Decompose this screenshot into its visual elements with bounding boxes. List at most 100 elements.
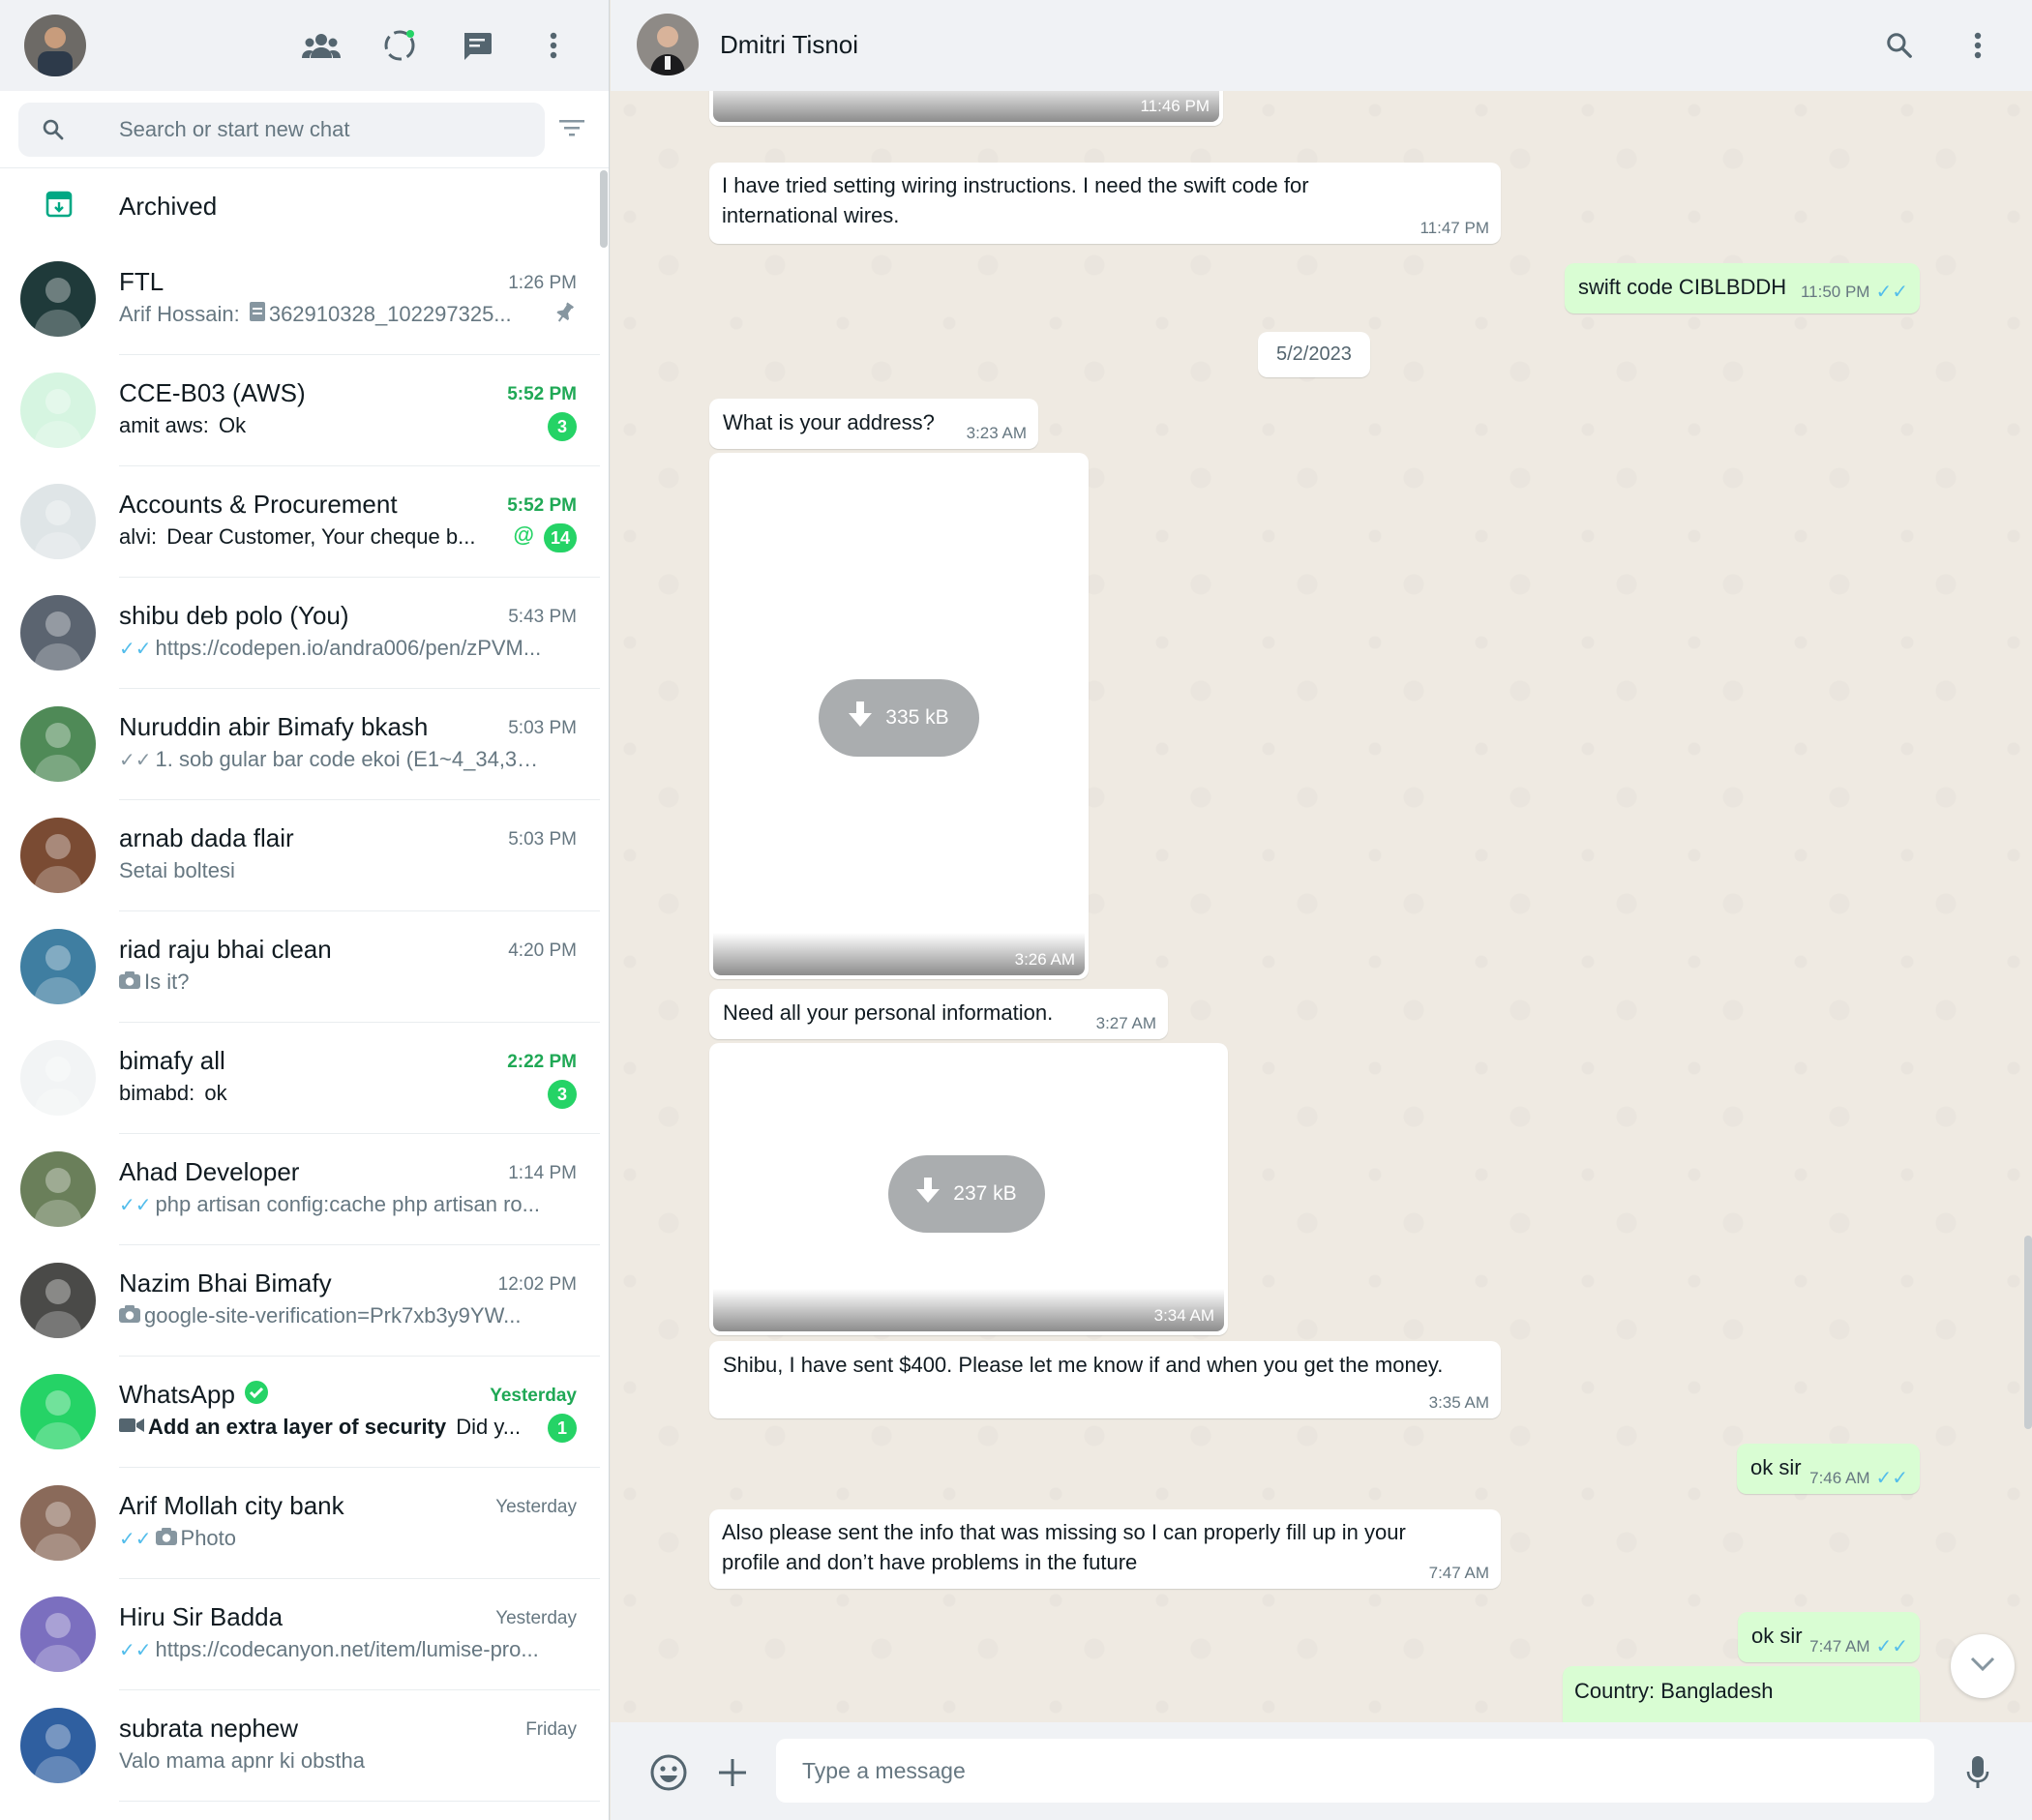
chat-avatar bbox=[20, 1374, 96, 1449]
file-size: 237 kB bbox=[953, 1182, 1017, 1205]
search-box[interactable] bbox=[18, 103, 545, 157]
chat-name: Accounts & Procurement bbox=[119, 490, 398, 519]
message-text: Also please sent the info that was missi… bbox=[722, 1520, 1406, 1544]
chat-time: 5:43 PM bbox=[508, 607, 577, 627]
message-bubble-out[interactable]: swift code CIBLBDDH 11:50 PM ✓✓ bbox=[1565, 263, 1920, 313]
image-message[interactable]: 335 kB 3:26 AM bbox=[709, 453, 1089, 979]
chat-avatar bbox=[20, 706, 96, 782]
message-list[interactable]: 11:46 PM I have tried setting wiring ins… bbox=[611, 91, 2032, 1722]
chat-time: Yesterday bbox=[495, 1608, 577, 1628]
message-text: Shibu, I have sent $400. Please let me k… bbox=[723, 1353, 1444, 1377]
my-avatar[interactable] bbox=[24, 15, 86, 76]
message-time: 3:27 AM bbox=[1095, 1014, 1156, 1032]
preview-bold-text: Add an extra layer of security bbox=[148, 1415, 447, 1439]
chat-preview: Add an extra layer of security Did y... bbox=[119, 1415, 545, 1440]
chat-preview: Arif Hossain: 362910328_102297325... bbox=[119, 302, 545, 327]
message-text: profile and don’t have problems in the f… bbox=[722, 1550, 1138, 1574]
archived-row[interactable]: Archived bbox=[0, 168, 600, 244]
archive-icon bbox=[45, 190, 74, 224]
preview-text: https://codepen.io/andra006/pen/zPVM... bbox=[155, 636, 542, 660]
message-time: 3:34 AM bbox=[1153, 1306, 1214, 1325]
chat-name: Arif Mollah city bank bbox=[119, 1491, 344, 1520]
download-button[interactable]: 237 kB bbox=[888, 1155, 1045, 1233]
chat-list-item[interactable]: shibu deb polo (You) 5:43 PM ✓✓ https://cod… bbox=[0, 578, 600, 689]
message-bubble-out[interactable]: ok sir 7:47 AM ✓✓ bbox=[1738, 1612, 1920, 1662]
chat-name: bimafy all bbox=[119, 1046, 225, 1075]
message-text: I have tried setting wiring instructions… bbox=[722, 173, 1309, 197]
chat-list-item[interactable]: Arif Mollah city bank Yesterday ✓✓ Photo bbox=[0, 1468, 600, 1579]
preview-text: Ok bbox=[219, 413, 247, 437]
contact-name[interactable]: Dmitri Tisnoi bbox=[720, 30, 858, 60]
chat-list-scrollbar[interactable] bbox=[600, 170, 608, 248]
message-bubble-out[interactable]: Country: Bangladesh bbox=[1563, 1666, 1920, 1722]
message-text: swift code CIBLBDDH bbox=[1578, 275, 1787, 299]
camera-icon bbox=[155, 1526, 177, 1551]
message-scrollbar[interactable] bbox=[2024, 1236, 2032, 1429]
message-text: What is your address? bbox=[723, 410, 935, 434]
message-bubble-in[interactable]: Also please sent the info that was missi… bbox=[709, 1509, 1501, 1589]
preview-text: ok bbox=[204, 1081, 227, 1105]
chat-avatar bbox=[20, 1263, 96, 1338]
preview-sender: alvi: bbox=[119, 524, 164, 549]
read-ticks-icon: ✓✓ bbox=[119, 1639, 152, 1661]
attach-plus-icon[interactable] bbox=[711, 1751, 754, 1794]
microphone-icon[interactable] bbox=[1957, 1751, 1999, 1794]
chat-time: 1:14 PM bbox=[508, 1163, 577, 1183]
preview-text: 1. sob gular bar code ekoi (E1~4_34,310.… bbox=[155, 747, 545, 771]
search-input[interactable] bbox=[119, 112, 525, 147]
download-button[interactable]: 335 kB bbox=[819, 679, 979, 757]
status-icon[interactable] bbox=[380, 26, 419, 65]
scroll-to-bottom-button[interactable] bbox=[1951, 1634, 2015, 1698]
chat-time: 12:02 PM bbox=[497, 1274, 577, 1295]
preview-sender: amit aws: bbox=[119, 413, 216, 437]
chat-list-item[interactable]: CCE-B03 (AWS) 5:52 PM amit aws: Ok 3 bbox=[0, 355, 600, 466]
read-ticks-icon: ✓✓ bbox=[119, 638, 152, 660]
chat-list-item[interactable]: Hiru Sir Badda Yesterday ✓✓ https://codecan… bbox=[0, 1579, 600, 1690]
new-chat-icon[interactable] bbox=[458, 26, 496, 65]
chat-name: subrata nephew bbox=[119, 1714, 299, 1743]
message-text: ok sir bbox=[1750, 1455, 1802, 1479]
preview-text: google-site-verification=Prk7xb3y9YW... bbox=[144, 1303, 522, 1328]
chat-list-item[interactable]: bimafy all 2:22 PM bimabd: ok 3 bbox=[0, 1023, 600, 1134]
download-icon bbox=[916, 1178, 941, 1210]
message-bubble-in[interactable]: Need all your personal information. 3:27… bbox=[709, 989, 1168, 1039]
chat-preview: bimabd: ok bbox=[119, 1081, 545, 1106]
chat-list-item[interactable]: Ahad Developer 1:14 PM ✓✓ php artisan confi… bbox=[0, 1134, 600, 1245]
message-bubble-in[interactable]: I have tried setting wiring instructions… bbox=[709, 163, 1501, 244]
message-text: ok sir bbox=[1751, 1624, 1803, 1648]
chat-list-item[interactable]: Nazim Bhai Bimafy 12:02 PM google-site-ver… bbox=[0, 1245, 600, 1357]
image-message[interactable]: 237 kB 3:34 AM bbox=[709, 1043, 1228, 1335]
chat-time: 2:22 PM bbox=[507, 1052, 577, 1072]
chat-name: Nuruddin abir Bimafy bkash bbox=[119, 712, 429, 741]
chat-avatar bbox=[20, 261, 96, 337]
message-bubble-in[interactable]: Shibu, I have sent $400. Please let me k… bbox=[709, 1341, 1501, 1418]
emoji-icon[interactable] bbox=[647, 1751, 690, 1794]
message-input[interactable] bbox=[776, 1739, 1934, 1803]
chat-name: FTL bbox=[119, 267, 164, 296]
chat-list-item[interactable]: WhatsApp Yesterday Add an extra layer of s… bbox=[0, 1357, 600, 1468]
communities-icon[interactable] bbox=[302, 26, 341, 65]
chat-list-item[interactable]: Accounts & Procurement 5:52 PM alvi: Dear … bbox=[0, 466, 600, 578]
chat-name: Nazim Bhai Bimafy bbox=[119, 1268, 332, 1298]
menu-icon[interactable] bbox=[1958, 26, 1997, 65]
chat-list-item[interactable]: FTL 1:26 PM Arif Hossain: 362910328_102297… bbox=[0, 244, 600, 355]
conversation-header[interactable]: Dmitri Tisnoi bbox=[611, 0, 2032, 91]
chat-list-item[interactable]: arnab dada flair 5:03 PM Setai boltesi bbox=[0, 800, 600, 911]
contact-avatar[interactable] bbox=[637, 14, 699, 75]
message-bubble-in[interactable]: What is your address? 3:23 AM bbox=[709, 399, 1038, 449]
message-bubble-out[interactable]: ok sir 7:46 AM ✓✓ bbox=[1737, 1444, 1920, 1494]
message-time: 11:50 PM bbox=[1800, 283, 1870, 301]
chat-preview: Valo mama apnr ki obstha bbox=[119, 1748, 545, 1774]
chat-avatar bbox=[20, 1708, 96, 1783]
chat-list-item[interactable]: Nuruddin abir Bimafy bkash 5:03 PM ✓✓ 1. so… bbox=[0, 689, 600, 800]
chat-list-item[interactable]: subrata nephew Friday Valo mama apnr ki ob… bbox=[0, 1690, 600, 1802]
chat-name: riad raju bhai clean bbox=[119, 935, 332, 964]
menu-icon[interactable] bbox=[534, 26, 573, 65]
filter-icon[interactable] bbox=[559, 118, 584, 142]
chat-list: FTL 1:26 PM Arif Hossain: 362910328_102297… bbox=[0, 244, 600, 1802]
chat-avatar bbox=[20, 484, 96, 559]
image-message[interactable]: 11:46 PM bbox=[709, 91, 1223, 126]
chat-list-item[interactable]: riad raju bhai clean 4:20 PM Is it? bbox=[0, 911, 600, 1023]
search-icon[interactable] bbox=[1880, 26, 1919, 65]
conversation-pane: Dmitri Tisnoi 11:46 PM I have tried sett… bbox=[611, 0, 2032, 1820]
